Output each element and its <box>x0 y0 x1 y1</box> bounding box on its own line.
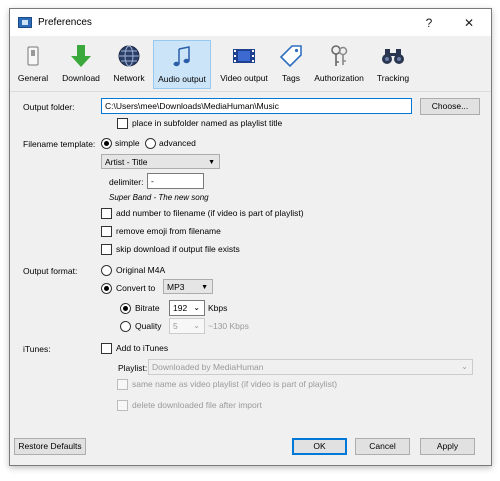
tab-tracking[interactable]: Tracking <box>372 40 414 89</box>
switch-icon <box>27 46 39 66</box>
quality-unit: ~130 Kbps <box>208 321 249 331</box>
simple-radio[interactable] <box>101 138 112 149</box>
template-example: Super Band - The new song <box>109 193 209 202</box>
tab-authorization[interactable]: Authorization <box>310 40 368 89</box>
tab-download-label: Download <box>62 73 100 83</box>
ok-button[interactable]: OK <box>292 438 347 455</box>
original-format-label: Original M4A <box>116 265 166 275</box>
same-name-checkbox[interactable] <box>117 379 128 390</box>
category-toolbar: General Download Network Audio output Vi… <box>10 36 491 92</box>
tag-icon <box>279 45 302 68</box>
playlist-label: Playlist: <box>118 363 148 373</box>
chevron-down-icon: ▼ <box>208 159 215 166</box>
chevron-down-icon: ⌄ <box>193 303 200 312</box>
quality-label: Quality <box>135 321 162 331</box>
format-select[interactable]: MP3 ▼ <box>163 279 213 294</box>
tab-audio-output-label: Audio output <box>158 74 206 84</box>
remove-emoji-label: remove emoji from filename <box>116 226 221 236</box>
keys-icon <box>331 45 348 66</box>
tab-audio-output[interactable]: Audio output <box>153 40 211 89</box>
chevron-down-icon: ▼ <box>201 284 208 291</box>
music-note-icon <box>173 46 190 67</box>
tab-general[interactable]: General <box>15 40 51 89</box>
output-format-label: Output format: <box>23 266 78 276</box>
delete-after-import-label: delete downloaded file after import <box>132 400 262 410</box>
globe-icon <box>118 45 140 67</box>
app-icon <box>18 17 32 28</box>
cancel-button[interactable]: Cancel <box>355 438 410 455</box>
bitrate-radio[interactable] <box>120 303 131 314</box>
output-folder-input[interactable]: C:\Users\mee\Downloads\MediaHuman\Music <box>101 98 412 114</box>
quality-radio[interactable] <box>120 321 131 332</box>
window-title: Preferences <box>38 17 92 28</box>
tab-video-output[interactable]: Video output <box>215 40 273 89</box>
output-folder-label: Output folder: <box>23 102 75 112</box>
tab-general-label: General <box>17 73 49 83</box>
advanced-radio[interactable] <box>145 138 156 149</box>
add-number-label: add number to filename (if video is part… <box>116 208 304 218</box>
itunes-label: iTunes: <box>23 344 51 354</box>
download-arrow-icon <box>71 45 91 67</box>
simple-radio-label: simple <box>115 138 140 148</box>
binoculars-icon <box>382 49 404 64</box>
title-bar: Preferences ? ✕ <box>10 9 491 36</box>
tab-tracking-label: Tracking <box>376 73 410 83</box>
tab-tags[interactable]: Tags <box>277 40 305 89</box>
same-name-label: same name as video playlist (if video is… <box>132 379 338 389</box>
quality-select-value: 5 <box>173 321 178 331</box>
preferences-window: Preferences ? ✕ General Download Network… <box>9 8 492 466</box>
tab-authorization-label: Authorization <box>314 73 364 83</box>
filename-template-label: Filename template: <box>23 139 96 149</box>
subfolder-checkbox[interactable] <box>117 118 128 129</box>
tab-network[interactable]: Network <box>109 40 149 89</box>
playlist-select-value: Downloaded by MediaHuman <box>152 362 264 372</box>
convert-label: Convert to <box>116 283 156 293</box>
remove-emoji-checkbox[interactable] <box>101 226 112 237</box>
skip-download-label: skip download if output file exists <box>116 244 240 254</box>
delimiter-input[interactable]: - <box>147 173 204 189</box>
subfolder-label: place in subfolder named as playlist tit… <box>132 118 283 128</box>
add-to-itunes-label: Add to iTunes <box>116 343 169 353</box>
bitrate-select[interactable]: 192 ⌄ <box>169 300 205 316</box>
add-to-itunes-checkbox[interactable] <box>101 343 112 354</box>
close-button[interactable]: ✕ <box>455 14 483 32</box>
tab-download[interactable]: Download <box>57 40 105 89</box>
bitrate-unit: Kbps <box>208 303 228 313</box>
playlist-select[interactable]: Downloaded by MediaHuman ⌄ <box>148 359 473 375</box>
advanced-radio-label: advanced <box>159 138 196 148</box>
format-select-value: MP3 <box>167 282 185 292</box>
original-format-radio[interactable] <box>101 265 112 276</box>
apply-button[interactable]: Apply <box>420 438 475 455</box>
quality-select[interactable]: 5 ⌄ <box>169 318 205 334</box>
delimiter-label: delimiter: <box>109 177 144 187</box>
convert-radio[interactable] <box>101 283 112 294</box>
template-select[interactable]: Artist - Title ▼ <box>101 154 220 169</box>
template-select-value: Artist - Title <box>105 157 148 167</box>
tab-network-label: Network <box>113 73 145 83</box>
film-icon <box>233 49 255 63</box>
bitrate-label: Bitrate <box>135 303 160 313</box>
delete-after-import-checkbox[interactable] <box>117 400 128 411</box>
chevron-down-icon: ⌄ <box>193 321 200 330</box>
chevron-down-icon: ⌄ <box>461 362 468 371</box>
tab-video-output-label: Video output <box>220 73 268 83</box>
skip-download-checkbox[interactable] <box>101 244 112 255</box>
tab-tags-label: Tags <box>282 73 300 83</box>
bitrate-select-value: 192 <box>173 303 188 313</box>
add-number-checkbox[interactable] <box>101 208 112 219</box>
restore-defaults-button[interactable]: Restore Defaults <box>14 438 86 455</box>
help-button[interactable]: ? <box>415 14 443 32</box>
choose-folder-button[interactable]: Choose... <box>420 98 480 115</box>
